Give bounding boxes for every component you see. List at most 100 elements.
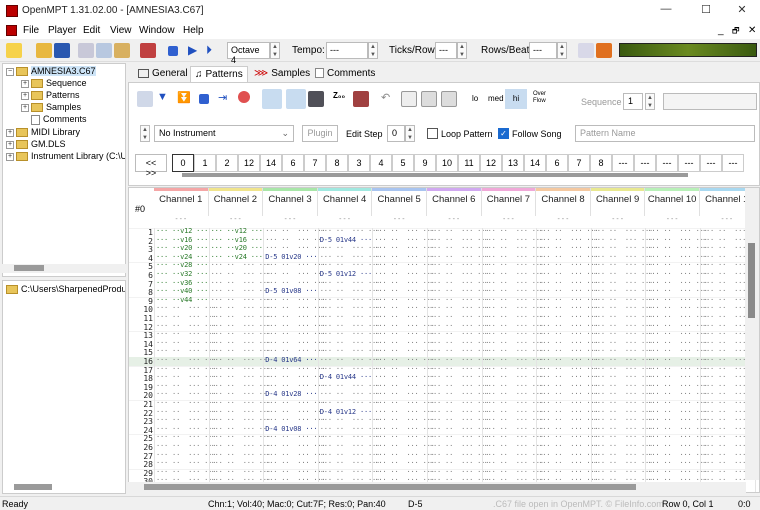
play-icon[interactable]: ▶ — [188, 43, 204, 58]
order-item[interactable]: --- — [612, 154, 634, 172]
pattern-cell[interactable]: ··· ·· ··· ··· — [429, 390, 489, 398]
mdi-close[interactable]: ✕ — [748, 25, 756, 36]
pattern-cell[interactable]: ··· ·· ··· ··· — [538, 442, 598, 450]
maximize-button[interactable]: ☐ — [694, 3, 718, 19]
ticks-field[interactable]: --- — [435, 42, 457, 59]
pattern-cell[interactable]: ··· ·· ··· ··· — [156, 373, 216, 381]
pattern-cell[interactable]: ··· ·· ··· ··· — [374, 339, 434, 347]
order-item[interactable]: 6 — [282, 154, 304, 172]
pattern-cell[interactable]: ··· ·· ··· ··· — [647, 390, 707, 398]
pattern-cell[interactable]: ··· ·· ··· ··· — [156, 313, 216, 321]
pattern-cell[interactable]: ··· ·· ··· ··· — [538, 416, 598, 424]
pattern-cell[interactable]: ··· ·· ··· ··· — [374, 270, 434, 278]
pattern-cell[interactable]: ··· ·· ··· ··· — [484, 322, 544, 330]
effect-visualizer-icon[interactable] — [286, 89, 306, 109]
pattern-cell[interactable]: ··· ·· ··· ··· — [265, 296, 325, 304]
tab-general[interactable]: General — [134, 66, 192, 82]
tree-item-comments[interactable]: Comments — [31, 114, 87, 126]
pattern-cell[interactable]: ··· ·· ··· ··· — [484, 365, 544, 373]
pattern-cell[interactable]: ··· ·· ··· ··· — [211, 365, 271, 373]
pattern-cell[interactable]: ··· ·· ··· ··· — [538, 459, 598, 467]
pattern-cell[interactable]: ··· ·· ··· ··· — [647, 244, 707, 252]
tree-hscroll[interactable] — [2, 264, 126, 273]
pattern-cell[interactable]: ··· ·· ··· ··· — [538, 408, 598, 416]
pattern-cell[interactable]: ··· ·· ··· ··· — [538, 244, 598, 252]
menu-edit[interactable]: Edit — [83, 25, 100, 36]
pattern-cell[interactable]: ··· ·· ··· ··· — [320, 304, 380, 312]
pattern-cell[interactable]: ··· ·· ··· ··· — [211, 261, 271, 269]
pattern-cell[interactable]: ··· ·· ··· ··· — [647, 468, 707, 476]
pattern-cell[interactable]: ··· ·· ··· ··· — [538, 279, 598, 287]
channel-header[interactable]: Channel 7 - - - — [481, 188, 537, 223]
pattern-cell[interactable]: ··· ·· ··· ··· — [593, 322, 653, 330]
pattern-cell[interactable]: ··· ·· ··· ··· — [320, 365, 380, 373]
pattern-cell[interactable]: ··· ·· ··· ··· — [429, 373, 489, 381]
pattern-cell[interactable]: ··· ·· ··· ··· — [320, 279, 380, 287]
transpose-icon[interactable]: Z₀₀ — [333, 91, 349, 107]
pattern-cell[interactable]: ··· ·· ··· ··· — [593, 416, 653, 424]
pattern-cell[interactable]: ··· ·· ··· ··· — [647, 339, 707, 347]
paste-icon[interactable] — [114, 43, 130, 58]
scroll-thumb[interactable] — [14, 484, 52, 490]
pattern-cell[interactable]: ··· ·· ··· ··· — [484, 339, 544, 347]
pattern-cell[interactable]: ··· ·· ··· ··· — [374, 416, 434, 424]
pattern-cell[interactable]: ··· ·· ··· ··· — [593, 433, 653, 441]
pattern-cell[interactable]: D-5 01v12 ··· — [320, 270, 372, 278]
pattern-cell[interactable]: ··· ·· ··· ··· — [374, 304, 434, 312]
pattern-cell[interactable]: ··· ·· ··· ··· — [374, 399, 434, 407]
pattern-cell[interactable]: ··· ·· ··· ··· — [647, 425, 707, 433]
octave-box[interactable]: Octave 4 — [227, 42, 270, 65]
pattern-cell[interactable]: ··· ·· ··· ··· — [647, 270, 707, 278]
pattern-cell[interactable]: ··· ·· ··· ··· — [211, 330, 271, 338]
pattern-cell[interactable]: D-4 01v12 ··· — [320, 408, 372, 416]
find-icon[interactable] — [401, 91, 417, 107]
menu-window[interactable]: Window — [139, 25, 175, 36]
pattern-cell[interactable]: ··· ·· ··· ··· — [429, 468, 489, 476]
pattern-cell[interactable]: ··· ·· ··· ··· — [538, 227, 598, 235]
settings-icon[interactable] — [596, 43, 612, 58]
pattern-cell[interactable]: ··· ·· ··· ··· — [429, 408, 489, 416]
rows-beat-field[interactable]: --- — [529, 42, 557, 59]
pattern-cell[interactable]: ··· ·· ··· ··· — [374, 451, 434, 459]
pattern-cell[interactable]: ··· ·· ··· ··· — [593, 347, 653, 355]
pattern-cell[interactable]: ··· ·· ··· ··· — [647, 313, 707, 321]
pattern-cell[interactable]: ··· ·· ··· ··· — [484, 373, 544, 381]
pattern-cell[interactable]: ··· ·· ··· ··· — [538, 347, 598, 355]
pattern-cell[interactable]: ··· ·· ··· ··· — [320, 468, 380, 476]
pattern-cell[interactable]: ··· ·· ··· ··· — [538, 425, 598, 433]
pattern-cell[interactable]: ··· ·· ··· ··· — [265, 399, 325, 407]
pattern-cell[interactable]: ··· ·· ··· ··· — [320, 227, 380, 235]
tempo-spinner[interactable]: ▲ ▼ — [368, 42, 378, 59]
loudness-lo[interactable]: lo — [472, 94, 478, 103]
loop-pattern-checkbox[interactable] — [427, 128, 438, 139]
pattern-cell[interactable]: ··· ·· ··· ··· — [320, 287, 380, 295]
order-item[interactable]: --- — [722, 154, 744, 172]
channel-header[interactable]: Channel 5 - - - — [372, 188, 427, 223]
pattern-cell[interactable]: ··· ·· ··· ··· — [156, 356, 216, 364]
pattern-cell[interactable]: ··· ·· ··· ··· — [484, 356, 544, 364]
pattern-cell[interactable]: ··· ·· ··· ··· — [374, 244, 434, 252]
pattern-cell[interactable]: ··· ·· ··· ··· — [320, 339, 380, 347]
copy-icon[interactable] — [96, 43, 112, 58]
order-item[interactable]: 14 — [524, 154, 546, 172]
pattern-cell[interactable]: ··· ·· ··· ··· — [484, 227, 544, 235]
pattern-cell[interactable]: ··· ·· ··· ··· — [156, 382, 216, 390]
pattern-cell[interactable]: ··· ·· ··· ··· — [647, 416, 707, 424]
pattern-vscroll[interactable] — [745, 188, 759, 480]
order-item[interactable]: 9 — [414, 154, 436, 172]
pattern-cell[interactable]: ··· ·· ··· ··· — [429, 253, 489, 261]
order-item[interactable]: 8 — [590, 154, 612, 172]
pattern-cell[interactable]: ··· ·· ··· ··· — [593, 399, 653, 407]
minimize-button[interactable]: — — [654, 3, 678, 19]
pattern-cell[interactable]: ··· ··v28 ··· — [156, 261, 208, 269]
pattern-cell[interactable]: ··· ·· ··· ··· — [538, 253, 598, 261]
channel-header[interactable]: Channel 1 - - - — [154, 188, 209, 223]
pattern-cell[interactable]: ··· ·· ··· ··· — [265, 339, 325, 347]
pattern-cell[interactable]: ··· ·· ··· ··· — [429, 399, 489, 407]
pattern-cell[interactable]: D-4 01v44 ··· — [320, 373, 372, 381]
pattern-cell[interactable]: ··· ·· ··· ··· — [538, 313, 598, 321]
pattern-cell[interactable]: ··· ·· ··· ··· — [429, 459, 489, 467]
pattern-cell[interactable]: ··· ·· ··· ··· — [265, 382, 325, 390]
pattern-cell[interactable]: ··· ··v24 ··· — [156, 253, 208, 261]
midi-record-icon[interactable] — [140, 43, 156, 58]
